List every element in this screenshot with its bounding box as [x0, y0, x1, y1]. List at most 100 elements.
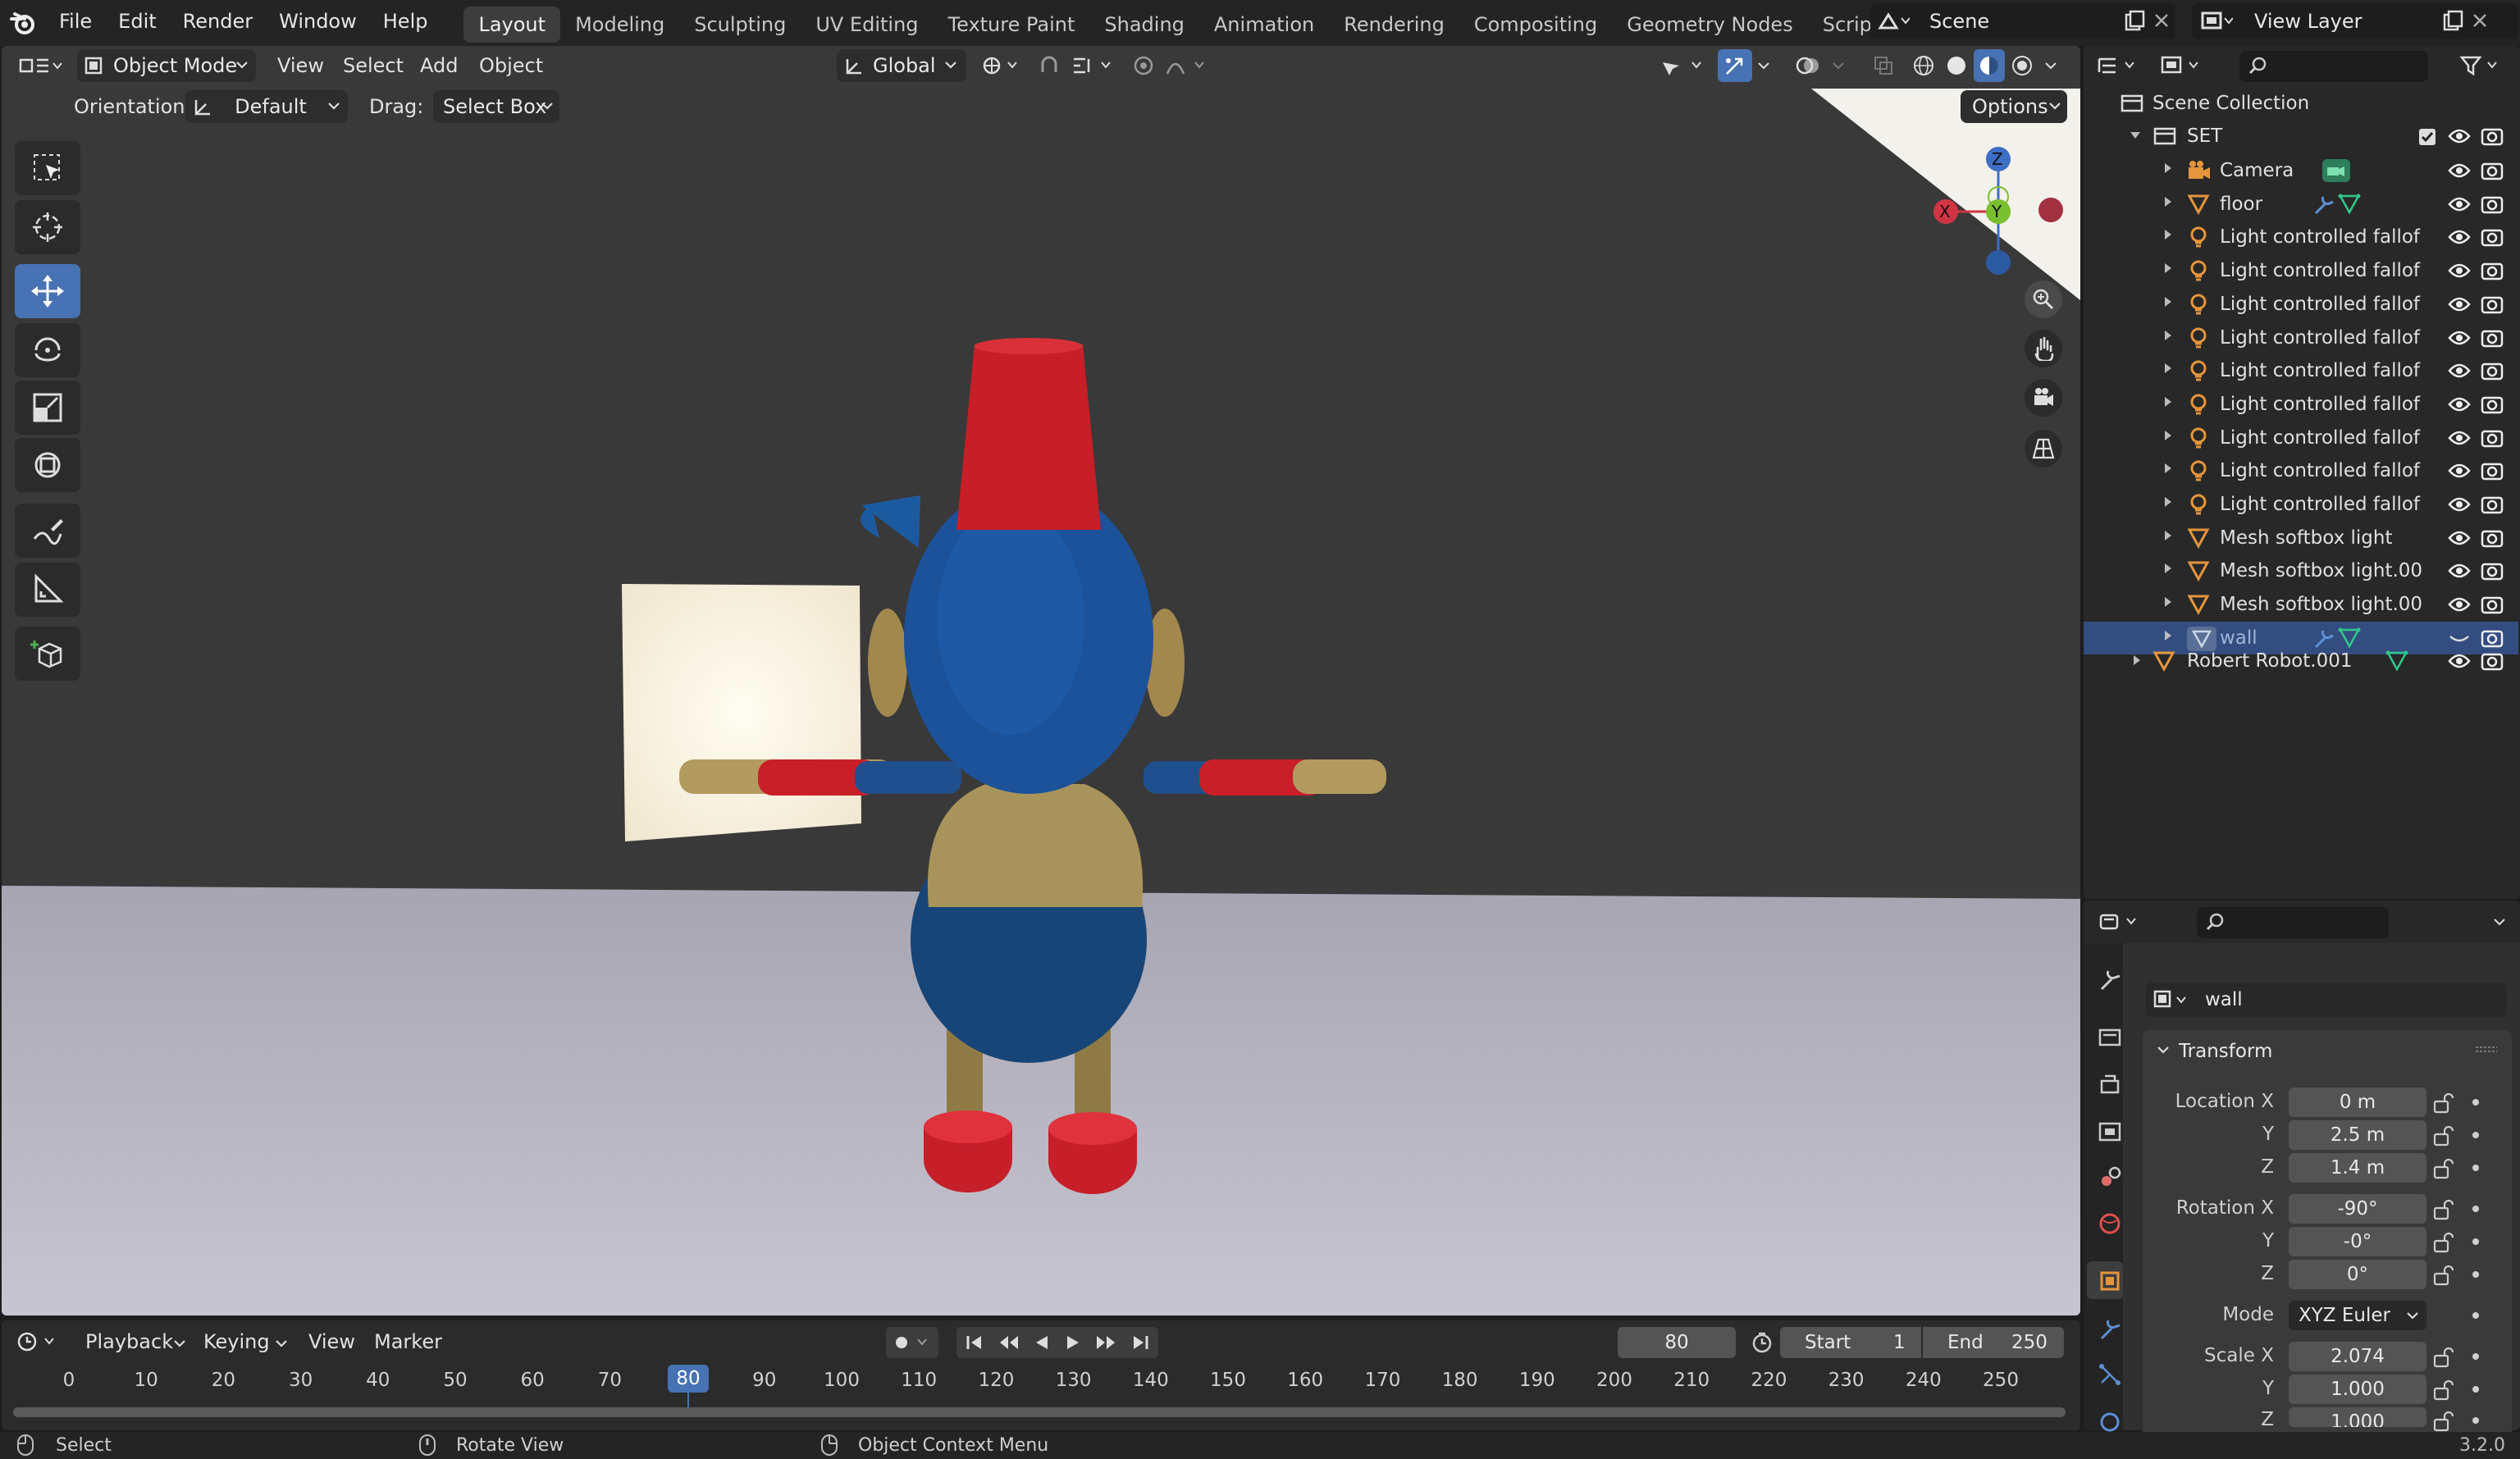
lock-icon[interactable]: [2433, 1347, 2458, 1368]
visibility-eye-icon[interactable]: [2448, 261, 2471, 280]
outliner-item[interactable]: Mesh softbox light.00: [2087, 554, 2518, 587]
visibility-eye-icon[interactable]: [2448, 461, 2471, 481]
outliner-editor-type-icon[interactable]: [2093, 49, 2144, 82]
preview-range-icon[interactable]: [1747, 1327, 1777, 1358]
properties-menu-chevron-icon[interactable]: [2486, 905, 2513, 938]
falloff-curve-icon[interactable]: [1162, 49, 1212, 82]
properties-search-input[interactable]: [2197, 907, 2389, 938]
visibility-eye-icon[interactable]: [2448, 528, 2471, 548]
expand-right-icon[interactable]: [2162, 563, 2174, 574]
play-icon[interactable]: [1058, 1329, 1088, 1356]
keyframe-dot[interactable]: [2472, 1312, 2479, 1319]
rotation-x-field[interactable]: -90°: [2289, 1194, 2426, 1224]
render-camera-icon[interactable]: [2481, 361, 2504, 381]
proportional-edit-icon[interactable]: [1127, 49, 1160, 82]
lock-icon[interactable]: [2433, 1199, 2458, 1220]
particles-tab-icon[interactable]: [2097, 1361, 2123, 1388]
keyframe-dot[interactable]: [2472, 1271, 2479, 1278]
tool-scale[interactable]: [15, 381, 80, 435]
expand-right-icon[interactable]: [2162, 496, 2174, 508]
gizmo-menu-chevron-icon[interactable]: [1752, 49, 1775, 82]
keyframe-dot[interactable]: [2472, 1206, 2479, 1212]
render-camera-icon[interactable]: [2481, 428, 2504, 448]
expand-right-icon[interactable]: [2162, 296, 2174, 308]
outliner-item[interactable]: Camera: [2087, 154, 2518, 187]
navigation-gizmo[interactable]: Z X Y: [1928, 139, 2067, 279]
play-reverse-icon[interactable]: [1027, 1329, 1057, 1356]
render-camera-icon[interactable]: [2481, 461, 2504, 481]
tool-cursor[interactable]: [15, 200, 80, 254]
current-frame-field[interactable]: 80: [1618, 1327, 1736, 1358]
zoom-icon[interactable]: [2025, 280, 2062, 318]
lock-icon[interactable]: [2433, 1158, 2458, 1179]
tab-layout[interactable]: Layout: [463, 7, 561, 43]
transform-orientation-selector[interactable]: Global: [837, 49, 966, 82]
expand-down-icon[interactable]: [2130, 130, 2141, 141]
keyframe-dot[interactable]: [2472, 1417, 2479, 1424]
object-name-field[interactable]: wall: [2205, 989, 2243, 1010]
visibility-eye-icon[interactable]: [2448, 561, 2471, 581]
rotation-z-field[interactable]: 0°: [2289, 1260, 2426, 1289]
menu-file[interactable]: File: [46, 0, 105, 46]
view-layer-selector[interactable]: View Layer: [2192, 3, 2518, 39]
tool-add-cube[interactable]: [15, 627, 80, 681]
render-camera-icon[interactable]: [2481, 651, 2504, 671]
outliner-item[interactable]: Mesh softbox light: [2087, 522, 2518, 554]
display-mode-icon[interactable]: [2157, 49, 2208, 82]
outliner-search-input[interactable]: [2239, 51, 2428, 82]
perspective-toggle-icon[interactable]: [2025, 430, 2062, 467]
render-camera-icon[interactable]: [2481, 528, 2504, 548]
orientation-default-selector[interactable]: Default: [185, 90, 348, 123]
jump-end-icon[interactable]: [1125, 1329, 1155, 1356]
material-preview-shading-icon[interactable]: [1974, 49, 2005, 82]
tab-animation[interactable]: Animation: [1199, 7, 1329, 43]
render-camera-icon[interactable]: [2481, 227, 2504, 247]
filter-icon[interactable]: [2453, 49, 2510, 82]
tab-rendering[interactable]: Rendering: [1329, 7, 1459, 43]
solid-shading-icon[interactable]: [1941, 49, 1972, 82]
overlays-menu-chevron-icon[interactable]: [1828, 49, 1849, 82]
render-camera-icon[interactable]: [2481, 595, 2504, 614]
expand-right-icon[interactable]: [2162, 463, 2174, 474]
outliner-item[interactable]: Light controlled fallof: [2087, 254, 2518, 287]
scale-y-field[interactable]: 1.000: [2289, 1375, 2426, 1404]
scene-selector[interactable]: Scene: [1870, 3, 2175, 39]
object-type-icon[interactable]: [2152, 989, 2189, 1010]
visibility-eye-icon[interactable]: [2448, 328, 2471, 348]
render-camera-icon[interactable]: [2481, 161, 2504, 180]
new-scene-icon[interactable]: [2123, 10, 2146, 33]
tool-move[interactable]: [15, 264, 80, 318]
outliner-item-robot[interactable]: Robert Robot.001: [2087, 645, 2518, 677]
tab-sculpting[interactable]: Sculpting: [679, 7, 801, 43]
visibility-eye-icon[interactable]: [2448, 394, 2471, 414]
snap-target-icon[interactable]: [1068, 49, 1119, 82]
expand-right-icon[interactable]: [2162, 229, 2174, 240]
rotation-y-field[interactable]: -0°: [2289, 1227, 2426, 1256]
visibility-eye-icon[interactable]: [2448, 651, 2471, 671]
menu-edit[interactable]: Edit: [105, 0, 169, 46]
auto-keying-icon[interactable]: [886, 1327, 938, 1358]
keyframe-dot[interactable]: [2472, 1238, 2479, 1245]
editor-type-icon[interactable]: [13, 49, 67, 82]
timeline-playback-menu[interactable]: Playback: [85, 1330, 173, 1353]
tab-modeling[interactable]: Modeling: [560, 7, 679, 43]
pivot-point-icon[interactable]: [978, 49, 1024, 82]
end-frame-field[interactable]: End 250: [1923, 1327, 2064, 1358]
xray-toggle-icon[interactable]: [1867, 49, 1900, 82]
expand-right-icon[interactable]: [2162, 630, 2174, 641]
lock-icon[interactable]: [2433, 1411, 2458, 1432]
snap-toggle-icon[interactable]: [1032, 49, 1066, 82]
outliner-collection-set[interactable]: SET: [2087, 120, 2518, 153]
visibility-eye-icon[interactable]: [2448, 126, 2471, 146]
modifier-tab-icon[interactable]: [2097, 1315, 2123, 1342]
menu-render[interactable]: Render: [170, 0, 266, 46]
visibility-eye-icon[interactable]: [2448, 495, 2471, 514]
scene-tab-icon[interactable]: [2097, 1165, 2123, 1191]
outliner-item[interactable]: Light controlled fallof: [2087, 354, 2518, 387]
lock-icon[interactable]: [2433, 1265, 2458, 1286]
world-tab-icon[interactable]: [2097, 1211, 2123, 1237]
timeline-marker-menu[interactable]: Marker: [374, 1330, 442, 1353]
pan-hand-icon[interactable]: [2025, 330, 2062, 367]
options-button[interactable]: Options: [1961, 90, 2067, 123]
menu-add[interactable]: Add: [420, 54, 458, 77]
